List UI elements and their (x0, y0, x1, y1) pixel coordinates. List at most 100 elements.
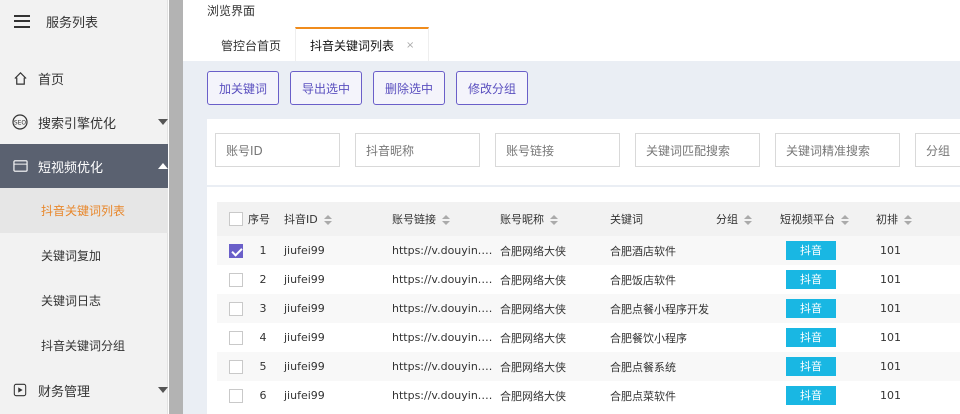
col-nickname[interactable]: 账号昵称 (494, 202, 604, 236)
cell-group (716, 381, 776, 410)
cell-link[interactable]: https://v.douyin.com/... (386, 381, 494, 410)
row-checkbox[interactable] (229, 330, 243, 345)
cell-group (716, 352, 776, 381)
sidebar-subitem-keyword-groups[interactable]: 抖音关键词分组 (0, 323, 168, 368)
cell-overflow (926, 265, 960, 294)
video-icon (12, 158, 28, 174)
cell-rank: 101 (866, 381, 926, 410)
cell-link[interactable]: https://v.douyin.com/... (386, 323, 494, 352)
sidebar-header: 服务列表 (0, 0, 167, 42)
sidebar-subitem-keyword-readd[interactable]: 关键词复加 (0, 233, 168, 278)
col-link[interactable]: 账号链接 (386, 202, 494, 236)
row-checkbox[interactable] (229, 388, 243, 403)
col-douyin-id[interactable]: 抖音ID (278, 202, 386, 236)
sort-icon[interactable] (550, 215, 558, 225)
account-link-input[interactable]: 账号链接 (495, 133, 620, 167)
cell-platform: 抖音 (776, 323, 866, 352)
account-id-input[interactable]: 账号ID (215, 133, 340, 167)
tab-label: 管控台首页 (221, 38, 282, 53)
platform-badge: 抖音 (786, 270, 836, 289)
cell-group (716, 323, 776, 352)
nickname-input[interactable]: 抖音昵称 (355, 133, 480, 167)
sidebar-item-label: 首页 (38, 72, 65, 88)
cell-platform: 抖音 (776, 352, 866, 381)
col-platform[interactable]: 短视频平台 (776, 202, 866, 236)
sort-icon[interactable] (323, 215, 332, 225)
cell-rank: 101 (866, 236, 926, 265)
cell-nickname: 合肥网络大侠 (494, 265, 604, 294)
cell-overflow (926, 294, 960, 323)
sidebar-item-seo[interactable]: SEO 搜索引擎优化 (0, 104, 168, 140)
keyword-fuzzy-search-input[interactable]: 关键词匹配搜索 (635, 133, 760, 167)
cell-rank: 101 (866, 352, 926, 381)
col-label: 抖音ID (284, 213, 318, 226)
seo-icon: SEO (12, 114, 28, 130)
cell-douyin-id: jiufei99 (278, 381, 386, 410)
keyword-table: 序号 抖音ID 账号链接 账号昵称 关键词 分组 短视频平台 初排 1 jiufe… (217, 202, 960, 410)
menu-icon[interactable] (14, 14, 30, 28)
platform-badge: 抖音 (786, 386, 836, 405)
table-row[interactable]: 4jiufei99https://v.douyin.com/...合肥网络大侠合… (217, 323, 960, 352)
cell-nickname: 合肥网络大侠 (494, 323, 604, 352)
col-label: 初排 (876, 213, 898, 226)
cell-keyword: 合肥点餐小程序开发 (604, 294, 716, 323)
cell-link[interactable]: https://v.douyin.com/... (386, 352, 494, 381)
close-icon[interactable]: × (406, 40, 414, 51)
sort-icon[interactable] (904, 215, 912, 225)
cell-link[interactable]: https://v.douyin.com/... (386, 294, 494, 323)
table-row[interactable]: 5jiufei99https://v.douyin.com/...合肥网络大侠合… (217, 352, 960, 381)
keyword-exact-search-input[interactable]: 关键词精准搜索 (775, 133, 900, 167)
table-row[interactable]: 3jiufei99https://v.douyin.com/...合肥网络大侠合… (217, 294, 960, 323)
row-checkbox[interactable] (229, 359, 243, 374)
tab-bar: 管控台首页 抖音关键词列表 × (207, 27, 430, 61)
sidebar-subitem-keyword-log[interactable]: 关键词日志 (0, 278, 168, 323)
group-select[interactable]: 分组 (915, 133, 960, 167)
delete-selected-button[interactable]: 删除选中 (373, 71, 445, 105)
row-checkbox[interactable] (229, 272, 243, 287)
cell-index: 5 (248, 352, 278, 381)
col-rank[interactable]: 初排 (866, 202, 926, 236)
chevron-down-icon (158, 119, 168, 125)
cell-link[interactable]: https://v.douyin.com/... (386, 236, 494, 265)
row-checkbox[interactable] (229, 243, 243, 258)
col-label: 账号昵称 (500, 213, 544, 226)
sidebar-item-finance[interactable]: 财务管理 (0, 372, 168, 408)
cell-link[interactable]: https://v.douyin.com/... (386, 265, 494, 294)
cell-overflow (926, 352, 960, 381)
tab-console-home[interactable]: 管控台首页 (207, 27, 295, 61)
change-group-button[interactable]: 修改分组 (456, 71, 528, 105)
table-row[interactable]: 2jiufei99https://v.douyin.com/...合肥网络大侠合… (217, 265, 960, 294)
select-all-checkbox[interactable] (229, 212, 243, 226)
col-index: 序号 (248, 202, 278, 236)
sort-icon[interactable] (841, 215, 849, 225)
table-body: 1jiufei99https://v.douyin.com/...合肥网络大侠合… (217, 236, 960, 410)
add-keyword-button[interactable]: 加关键词 (207, 71, 279, 105)
sidebar-subitem-label: 关键词复加 (41, 249, 102, 263)
cell-rank: 101 (866, 294, 926, 323)
tab-label: 抖音关键词列表 (310, 38, 395, 53)
col-group[interactable]: 分组 (716, 202, 776, 236)
sort-icon[interactable] (744, 215, 752, 225)
sort-icon[interactable] (442, 215, 450, 225)
col-label: 账号链接 (392, 213, 436, 226)
sidebar-item-short-video[interactable]: 短视频优化 (0, 144, 168, 188)
export-selected-button[interactable]: 导出选中 (290, 71, 362, 105)
col-label: 短视频平台 (780, 213, 835, 226)
cell-group (716, 265, 776, 294)
cell-index: 3 (248, 294, 278, 323)
sidebar-subitem-douyin-keywords[interactable]: 抖音关键词列表 (0, 188, 168, 233)
cell-group (716, 294, 776, 323)
cell-index: 2 (248, 265, 278, 294)
tab-douyin-keywords[interactable]: 抖音关键词列表 × (295, 27, 430, 61)
svg-text:SEO: SEO (14, 120, 27, 127)
filter-panel: 账号ID 抖音昵称 账号链接 关键词匹配搜索 关键词精准搜索 分组 (207, 119, 960, 185)
sidebar-item-home[interactable]: 首页 (0, 60, 168, 96)
row-checkbox[interactable] (229, 301, 243, 316)
cell-douyin-id: jiufei99 (278, 236, 386, 265)
table-row[interactable]: 1jiufei99https://v.douyin.com/...合肥网络大侠合… (217, 236, 960, 265)
keyword-table-panel: 序号 抖音ID 账号链接 账号昵称 关键词 分组 短视频平台 初排 1 jiufe… (207, 187, 960, 414)
table-row[interactable]: 6jiufei99https://v.douyin.com/...合肥网络大侠合… (217, 381, 960, 410)
main-panel: 浏览界面 管控台首页 抖音关键词列表 × 加关键词 导出选中 删除选中 修改分组… (183, 0, 960, 414)
vertical-scrollbar[interactable] (169, 0, 183, 414)
cell-douyin-id: jiufei99 (278, 294, 386, 323)
